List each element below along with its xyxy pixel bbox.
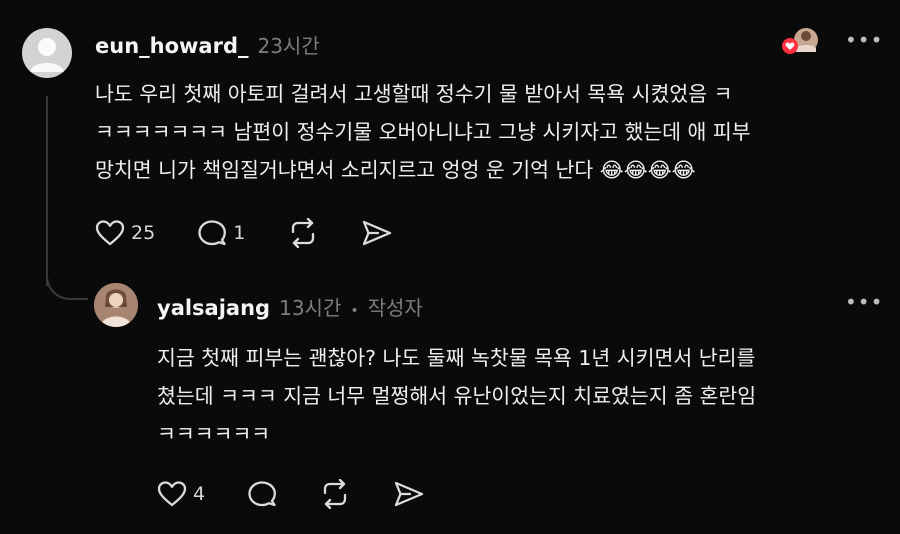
thread-connector (46, 256, 88, 300)
heart-icon (157, 481, 187, 507)
repost-button[interactable] (319, 479, 351, 509)
commenter-avatar[interactable] (22, 28, 72, 78)
reply-actions: 4 (157, 479, 425, 509)
like-count: 25 (131, 222, 156, 244)
like-count: 4 (193, 483, 206, 505)
comment-icon (198, 220, 227, 246)
reply-username[interactable]: yalsajang (157, 296, 270, 320)
user-photo-icon (94, 283, 138, 327)
like-button[interactable]: 4 (157, 480, 205, 508)
comment-timestamp: 23시간 (257, 34, 320, 58)
comment-icon (248, 481, 277, 507)
reply-body: 지금 첫째 피부는 괜찮아? 나도 둘째 녹찻물 목욕 1년 시키면서 난리를 … (157, 339, 887, 453)
share-icon (363, 220, 392, 246)
repost-button[interactable] (287, 218, 319, 248)
comment-more-button[interactable]: ••• (845, 28, 883, 52)
share-button[interactable] (393, 480, 425, 508)
reply-line: ㅋㅋㅋㅋㅋㅋ (157, 422, 271, 446)
comment-actions: 25 1 (95, 218, 393, 248)
comment-line: 나도 우리 첫째 아토피 걸려서 고생할때 정수기 물 받아서 목욕 시켰었음 … (95, 82, 733, 106)
reply-count: 1 (233, 222, 246, 244)
reply-header: yalsajang 13시간 • 작성자 (157, 292, 423, 321)
repost-icon (323, 479, 347, 509)
more-icon: ••• (845, 290, 884, 314)
comment-username[interactable]: eun_howard_ (95, 34, 248, 58)
comment-line: ㅋㅋㅋㅋㅋㅋㅋ 남편이 정수기물 오버아니냐고 그냥 시키자고 했는데 애 피부 (95, 120, 751, 144)
repost-icon (292, 218, 315, 248)
comment-body: 나도 우리 첫째 아토피 걸려서 고생할때 정수기 물 받아서 목욕 시켰었음 … (95, 75, 855, 189)
reply-timestamp: 13시간 (279, 296, 342, 320)
more-icon: ••• (845, 28, 884, 52)
heart-icon (95, 220, 125, 246)
default-avatar-icon (30, 38, 64, 72)
share-icon (394, 481, 424, 507)
share-button[interactable] (361, 219, 393, 247)
laughing-emoji: 😂😂😂😂 (599, 158, 696, 182)
reaction-avatar[interactable] (782, 26, 820, 58)
reply-more-button[interactable]: ••• (845, 290, 883, 314)
reply-button[interactable]: 1 (197, 219, 245, 247)
reply-line: 쳤는데 ㅋㅋㅋ 지금 너무 멀쩡해서 유난이었는지 치료였는지 좀 혼란임 (157, 384, 757, 408)
heart-badge-icon (782, 38, 798, 54)
like-button[interactable]: 25 (95, 219, 155, 247)
comment-header: eun_howard_ 23시간 (95, 30, 320, 59)
reply-author-avatar[interactable] (94, 283, 138, 327)
author-badge: 작성자 (367, 296, 423, 320)
comment-line: 망치면 니가 책임질거냐면서 소리지르고 엉엉 운 기억 난다 😂😂😂😂 (95, 151, 855, 189)
meta-separator: • (350, 303, 359, 319)
reply-line: 지금 첫째 피부는 괜찮아? 나도 둘째 녹찻물 목욕 1년 시키면서 난리를 (157, 346, 756, 370)
reply-button[interactable] (247, 480, 277, 508)
